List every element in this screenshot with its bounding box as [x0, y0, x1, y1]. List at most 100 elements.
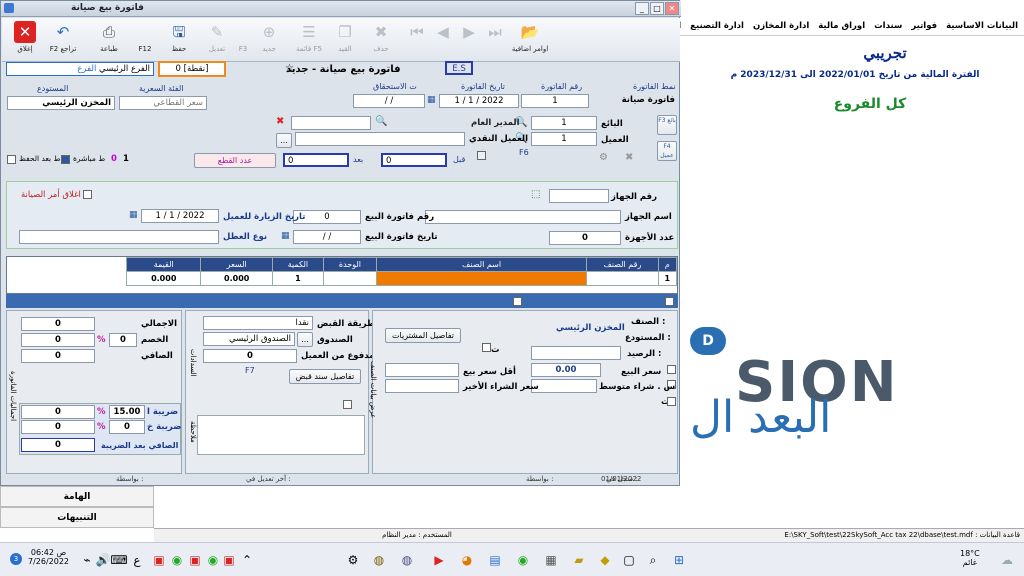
folder-app-icon[interactable]: ▰ [570, 551, 588, 569]
menu-financial-papers[interactable]: اوراق مالية [818, 21, 865, 31]
device-name-field[interactable] [425, 210, 621, 224]
app-icon-3[interactable]: ▶ [430, 551, 448, 569]
save-button[interactable]: 🖫 حفظ [162, 20, 196, 60]
receipt-details-button[interactable]: تفاصيل سند قبض [289, 369, 361, 384]
entry-button[interactable]: ❐ القيد [328, 20, 362, 60]
keyboard-icon[interactable]: ⌨ [110, 551, 128, 569]
sale-price-checkbox[interactable] [667, 365, 676, 374]
cell-unit[interactable] [322, 271, 377, 286]
app-icon-1[interactable]: ◍ [370, 551, 388, 569]
cell-qty[interactable]: 1 [271, 271, 324, 286]
cell-item-no[interactable] [586, 271, 659, 286]
visit-date-field[interactable]: 1 / 1 / 2022 [141, 209, 219, 223]
invoice-date-field[interactable]: 1 / 1 / 2022 [439, 94, 519, 108]
cut-checkbox[interactable] [477, 151, 486, 160]
cell-price[interactable]: 0.000 [200, 271, 273, 286]
alerts-button[interactable]: التنبيهات [0, 507, 154, 528]
manager-field[interactable] [291, 116, 371, 130]
clear-icon[interactable]: ✖ [276, 116, 284, 127]
visit-calendar-icon[interactable]: ▦ [129, 210, 138, 220]
close-maint-checkbox[interactable] [83, 190, 92, 199]
t-checkbox-2[interactable] [667, 397, 676, 406]
cut-count-button[interactable]: عدد القطع [194, 153, 276, 168]
menu-more[interactable]: اد [680, 21, 681, 31]
maximize-button[interactable]: □ [650, 2, 664, 15]
minimize-button[interactable]: _ [635, 2, 649, 15]
f4-customer-button[interactable]: F4 عميل [657, 141, 677, 161]
es-button[interactable]: E.S [445, 61, 473, 75]
invoice-type-select[interactable]: فاتورة صيانة [592, 94, 678, 108]
app-icon-4[interactable]: ◉ [514, 551, 532, 569]
start-icon[interactable]: ⊞ [670, 551, 688, 569]
footer-checkbox-1[interactable] [665, 297, 674, 306]
settings-app-icon[interactable]: ⚙ [344, 551, 362, 569]
clock[interactable]: 06:42 ص 7/26/2022 [28, 548, 69, 566]
direct-print-checkbox[interactable] [61, 155, 70, 164]
cut-before-field[interactable]: 0 [381, 153, 447, 167]
app-icon-2[interactable]: ◍ [398, 551, 416, 569]
manager-search-icon[interactable]: 🔍 [375, 116, 387, 127]
device-no-field[interactable] [549, 189, 609, 203]
close-button[interactable]: ✕ إغلاق [8, 20, 42, 60]
branch-select[interactable]: الفرع الرئيسي الفرع [6, 62, 154, 76]
star-icon[interactable]: ☆ [285, 63, 294, 74]
device-count-field[interactable]: 0 [549, 231, 621, 245]
customer-name-field[interactable] [295, 132, 465, 146]
tax2-pct-field[interactable]: 0 [109, 420, 145, 434]
print-button[interactable]: ⎙ طباعة [92, 20, 126, 60]
extra-commands-button[interactable]: 📂 اوامر اضافية [510, 20, 550, 60]
app-icon-5[interactable]: ◆ [596, 551, 614, 569]
weather[interactable]: 18°C غائم [960, 549, 980, 567]
tray-expand-icon[interactable]: ⌃ [238, 551, 256, 569]
price-class-select[interactable]: سعر القطاعي [119, 96, 207, 110]
settings-icon[interactable]: ⚙ [599, 152, 608, 163]
customer-code-field[interactable]: 1 [531, 132, 597, 146]
discount-pct-field[interactable]: 0 [109, 333, 137, 347]
purchase-details-button[interactable]: تفاصيل المشتريات [385, 328, 461, 343]
whatsapp-icon[interactable]: ◉ [168, 551, 186, 569]
calculator-icon[interactable]: ▦ [542, 551, 560, 569]
due-date-field[interactable]: / / [353, 94, 425, 108]
undo-button[interactable]: ↶ F2 تراجع [46, 20, 80, 60]
menu-manufacturing[interactable]: ادارة التصنيع [690, 21, 744, 31]
store-select[interactable]: المخزن الرئيسي [7, 96, 115, 110]
cashbox-more-button[interactable]: ... [297, 332, 313, 347]
cell-value[interactable]: 0.000 [125, 271, 202, 286]
customer-more-button[interactable]: ... [276, 133, 292, 148]
notification-badge[interactable]: 3 [10, 553, 22, 565]
tray-app4-icon[interactable]: ▣ [220, 551, 238, 569]
cancel-icon[interactable]: ✖ [625, 152, 633, 163]
menu-warehouse[interactable]: ادارة المخازن [753, 21, 809, 31]
cell-index[interactable]: 1 [657, 271, 678, 286]
menu-vouchers[interactable]: سندات [874, 21, 902, 31]
after-save-checkbox[interactable] [7, 155, 16, 164]
menu-basic-data[interactable]: البيانات الاساسية [946, 21, 1018, 31]
file-explorer-icon[interactable]: ▤ [486, 551, 504, 569]
cut-after-field[interactable]: 0 [283, 153, 349, 167]
seller-code-field[interactable]: 1 [531, 116, 597, 130]
t-checkbox-1[interactable] [482, 343, 491, 352]
sale-date-field[interactable]: / / [293, 230, 361, 244]
delete-button[interactable]: ✖ حذف [364, 20, 398, 60]
close-window-button[interactable]: ✕ [665, 2, 679, 15]
tray-app2-icon[interactable]: ▣ [186, 551, 204, 569]
task-view-icon[interactable]: ▢ [620, 551, 638, 569]
firefox-icon[interactable]: ◕ [458, 551, 476, 569]
f3-seller-button[interactable]: F3 بائع [657, 115, 677, 135]
note-textarea[interactable] [197, 415, 365, 455]
note-checkbox[interactable] [343, 400, 352, 409]
sale-date-calendar-icon[interactable]: ▦ [281, 231, 290, 241]
paid-field[interactable]: 0 [203, 349, 297, 363]
discount-field[interactable]: 0 [21, 333, 95, 347]
pay-method-select[interactable]: نقدا [203, 316, 313, 330]
cell-item-name[interactable] [375, 271, 588, 286]
device-picker-icon[interactable]: ⬚ [531, 189, 540, 200]
tax1-pct-field[interactable]: 15.00 [109, 405, 145, 419]
tray-app1-icon[interactable]: ▣ [150, 551, 168, 569]
new-button[interactable]: ⊕ جديد [252, 20, 286, 60]
list-button[interactable]: ☰ قائمة F5 [292, 20, 326, 60]
footer-checkbox-2[interactable] [513, 297, 522, 306]
fault-type-field[interactable] [19, 230, 219, 244]
calendar-icon[interactable]: ▦ [427, 95, 436, 105]
cashbox-select[interactable]: الصندوق الرئيسي [203, 332, 295, 346]
